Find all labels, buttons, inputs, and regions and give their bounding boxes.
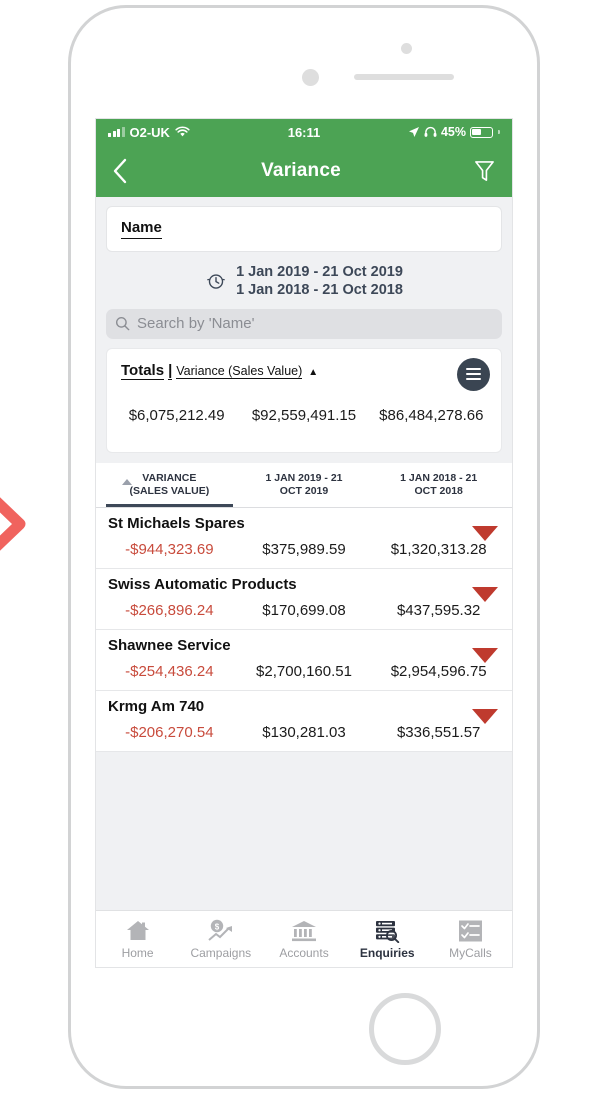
table-body: St Michaels Spares -$944,323.69 $375,989… <box>96 507 512 752</box>
totals-values-row: $6,075,212.49 $92,559,491.15 $86,484,278… <box>107 407 501 424</box>
search-placeholder: Search by 'Name' <box>137 315 255 333</box>
row-2018-value: $1,320,313.28 <box>390 540 487 558</box>
clock-history-icon <box>206 274 226 290</box>
column-header-2019-line1: 1 JAN 2019 - 21 <box>265 471 343 484</box>
date-range-selector[interactable]: 1 Jan 2019 - 21 Oct 2019 1 Jan 2018 - 21… <box>96 263 512 300</box>
row-name: Swiss Automatic Products <box>108 575 297 593</box>
triangle-down-icon[interactable] <box>472 586 498 602</box>
row-2019-value: $2,700,160.51 <box>256 662 352 680</box>
tab-campaigns[interactable]: $ Campaigns <box>179 919 262 960</box>
tab-campaigns-label: Campaigns <box>190 945 252 960</box>
column-header-variance-line2: (SALES VALUE) <box>129 485 210 498</box>
date-range-comparison: 1 Jan 2018 - 21 Oct 2018 <box>236 282 403 299</box>
location-arrow-icon <box>408 127 419 137</box>
triangle-down-icon[interactable] <box>472 708 498 724</box>
checklist-icon <box>458 919 483 943</box>
page-title: Variance <box>261 160 341 181</box>
tab-mycalls-label: MyCalls <box>449 945 492 960</box>
headphones-icon <box>424 126 437 137</box>
triangle-down-icon[interactable] <box>472 647 498 663</box>
proximity-sensor-icon <box>401 43 412 54</box>
battery-percent-label: 45% <box>440 125 466 139</box>
search-icon <box>115 317 130 331</box>
bottom-tab-bar: Home $ Campaigns Accounts Enquiries MyCa… <box>96 910 512 967</box>
hamburger-menu-icon[interactable] <box>457 357 490 391</box>
battery-icon <box>469 126 493 138</box>
row-2019-value: $375,989.59 <box>262 540 346 558</box>
tab-home-label: Home <box>121 945 154 960</box>
app-screen: O2-UK 16:11 45% Variance Name 1 Jan 2019… <box>95 118 513 968</box>
row-variance-value: -$206,270.54 <box>125 723 214 741</box>
row-2018-value: $437,595.32 <box>396 601 481 619</box>
campaigns-chart-icon: $ <box>207 919 234 943</box>
table-row[interactable]: Krmg Am 740 -$206,270.54 $130,281.03 $33… <box>96 691 512 752</box>
tab-mycalls[interactable]: MyCalls <box>429 919 512 960</box>
totals-label: Totals <box>121 361 165 380</box>
name-field-card[interactable]: Name <box>106 206 502 252</box>
database-search-icon <box>374 919 400 943</box>
row-name: St Michaels Spares <box>108 514 245 532</box>
row-name: Krmg Am 740 <box>108 697 205 715</box>
wifi-icon <box>175 126 190 137</box>
svg-text:$: $ <box>215 922 220 931</box>
totals-2019-value: $92,559,491.15 <box>251 406 357 424</box>
chevron-left-icon[interactable] <box>112 157 129 185</box>
totals-sort-arrow-icon[interactable]: ▲ <box>308 367 318 378</box>
row-values: -$254,436.24 $2,700,160.51 $2,954,596.75 <box>96 654 512 690</box>
row-variance-value: -$266,896.24 <box>125 601 214 619</box>
tab-home[interactable]: Home <box>96 919 179 960</box>
tab-accounts[interactable]: Accounts <box>262 919 345 960</box>
column-header-2018-line1: 1 JAN 2018 - 21 <box>400 471 478 484</box>
row-values: -$266,896.24 $170,699.08 $437,595.32 <box>96 593 512 629</box>
home-icon <box>125 919 151 943</box>
search-input[interactable]: Search by 'Name' <box>106 308 502 339</box>
row-values: -$944,323.69 $375,989.59 $1,320,313.28 <box>96 532 512 568</box>
table-row[interactable]: Shawnee Service -$254,436.24 $2,700,160.… <box>96 630 512 691</box>
carrier-label: O2-UK <box>129 124 170 140</box>
tab-enquiries[interactable]: Enquiries <box>346 919 429 960</box>
status-bar: O2-UK 16:11 45% <box>96 119 512 145</box>
signal-bars-icon <box>108 127 125 137</box>
date-range-current: 1 Jan 2019 - 21 Oct 2019 <box>236 264 403 280</box>
row-values: -$206,270.54 $130,281.03 $336,551.57 <box>96 715 512 751</box>
triangle-down-icon[interactable] <box>472 525 498 541</box>
column-header-2019-line2: OCT 2019 <box>279 485 329 498</box>
status-bar-time: 16:11 <box>287 124 321 140</box>
bank-icon <box>291 919 317 943</box>
home-button[interactable] <box>369 993 441 1065</box>
table-row[interactable]: Swiss Automatic Products -$266,896.24 $1… <box>96 569 512 630</box>
row-2018-value: $336,551.57 <box>396 723 481 741</box>
filter-funnel-icon[interactable] <box>473 159 496 184</box>
column-header-2019[interactable]: 1 JAN 2019 - 21 OCT 2019 <box>237 472 372 507</box>
table-header: VARIANCE (SALES VALUE) 1 JAN 2019 - 21 O… <box>96 462 512 508</box>
front-camera-icon <box>302 69 319 86</box>
row-2018-value: $2,954,596.75 <box>390 662 487 680</box>
row-2019-value: $130,281.03 <box>262 723 346 741</box>
row-variance-value: -$944,323.69 <box>125 540 214 558</box>
column-header-2018-line2: OCT 2018 <box>414 485 463 498</box>
column-header-variance[interactable]: VARIANCE (SALES VALUE) <box>102 471 237 508</box>
row-name: Shawnee Service <box>108 636 231 654</box>
name-field-label: Name <box>121 219 162 239</box>
column-header-variance-line1: VARIANCE <box>142 471 197 484</box>
totals-card: Totals | Variance (Sales Value) ▲ $6,075… <box>106 347 502 453</box>
tab-accounts-label: Accounts <box>279 945 329 960</box>
totals-2018-value: $86,484,278.66 <box>379 406 484 424</box>
totals-variance-value: $6,075,212.49 <box>128 406 225 424</box>
totals-metric-label[interactable]: Variance (Sales Value) <box>176 364 303 379</box>
earpiece-speaker <box>354 74 454 80</box>
navigation-bar: Variance <box>96 145 512 197</box>
table-row[interactable]: St Michaels Spares -$944,323.69 $375,989… <box>96 508 512 569</box>
row-2019-value: $170,699.08 <box>262 601 346 619</box>
tab-enquiries-label: Enquiries <box>359 945 415 960</box>
column-header-2018[interactable]: 1 JAN 2018 - 21 OCT 2018 <box>371 472 506 507</box>
chevron-right-icon <box>0 497 26 551</box>
totals-separator: | <box>168 361 173 380</box>
row-variance-value: -$254,436.24 <box>125 662 214 680</box>
